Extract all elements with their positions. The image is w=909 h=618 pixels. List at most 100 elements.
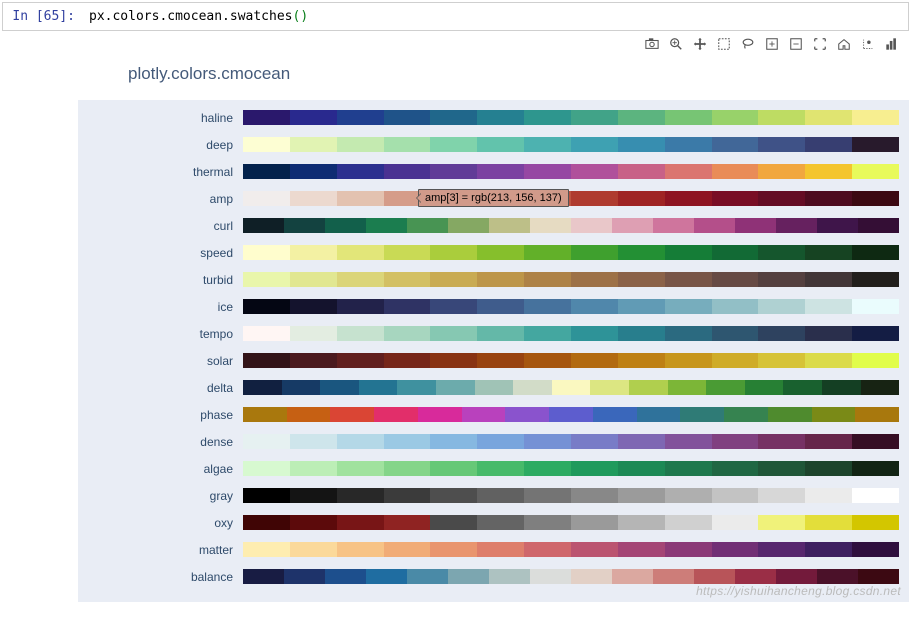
color-swatch[interactable] <box>805 515 852 530</box>
color-swatch[interactable] <box>243 326 290 341</box>
color-swatch[interactable] <box>243 353 290 368</box>
home-icon[interactable] <box>837 37 851 54</box>
color-swatch[interactable] <box>852 488 899 503</box>
color-swatch[interactable] <box>712 515 759 530</box>
color-swatch[interactable] <box>776 569 817 584</box>
color-swatch[interactable] <box>637 407 681 422</box>
color-swatch[interactable] <box>852 542 899 557</box>
color-swatch[interactable] <box>477 299 524 314</box>
color-swatch[interactable] <box>653 218 694 233</box>
color-swatch[interactable] <box>290 434 337 449</box>
color-swatch[interactable] <box>618 299 665 314</box>
color-swatch[interactable] <box>430 542 477 557</box>
color-swatch[interactable] <box>724 407 768 422</box>
color-swatch[interactable] <box>618 434 665 449</box>
swatch-bar[interactable] <box>243 434 899 449</box>
color-swatch[interactable] <box>805 353 852 368</box>
color-swatch[interactable] <box>571 272 618 287</box>
color-swatch[interactable] <box>325 218 366 233</box>
color-swatch[interactable] <box>758 137 805 152</box>
color-swatch[interactable] <box>290 191 337 206</box>
color-swatch[interactable] <box>712 461 759 476</box>
color-swatch[interactable] <box>243 488 290 503</box>
color-swatch[interactable] <box>384 353 431 368</box>
color-swatch[interactable] <box>629 380 668 395</box>
color-swatch[interactable] <box>665 488 712 503</box>
color-swatch[interactable] <box>477 488 524 503</box>
color-swatch[interactable] <box>243 110 290 125</box>
color-swatch[interactable] <box>477 353 524 368</box>
color-swatch[interactable] <box>430 164 477 179</box>
swatch-bar[interactable] <box>243 299 899 314</box>
color-swatch[interactable] <box>852 191 899 206</box>
color-swatch[interactable] <box>430 299 477 314</box>
color-swatch[interactable] <box>852 461 899 476</box>
color-swatch[interactable] <box>337 245 384 260</box>
color-swatch[interactable] <box>366 569 407 584</box>
color-swatch[interactable] <box>290 353 337 368</box>
color-swatch[interactable] <box>477 272 524 287</box>
color-swatch[interactable] <box>448 569 489 584</box>
color-swatch[interactable] <box>852 272 899 287</box>
color-swatch[interactable] <box>287 407 331 422</box>
color-swatch[interactable] <box>805 326 852 341</box>
color-swatch[interactable] <box>524 515 571 530</box>
color-swatch[interactable] <box>337 434 384 449</box>
color-swatch[interactable] <box>337 542 384 557</box>
color-swatch[interactable] <box>549 407 593 422</box>
swatch-bar[interactable] <box>243 245 899 260</box>
color-swatch[interactable] <box>571 515 618 530</box>
color-swatch[interactable] <box>571 488 618 503</box>
color-swatch[interactable] <box>337 515 384 530</box>
color-swatch[interactable] <box>571 191 618 206</box>
color-swatch[interactable] <box>805 137 852 152</box>
logo-icon[interactable] <box>885 37 899 54</box>
color-swatch[interactable] <box>758 245 805 260</box>
color-swatch[interactable] <box>805 245 852 260</box>
color-swatch[interactable] <box>290 299 337 314</box>
color-swatch[interactable] <box>524 542 571 557</box>
color-swatch[interactable] <box>524 164 571 179</box>
color-swatch[interactable] <box>817 218 858 233</box>
color-swatch[interactable] <box>665 542 712 557</box>
color-swatch[interactable] <box>712 191 759 206</box>
color-swatch[interactable] <box>243 515 290 530</box>
color-swatch[interactable] <box>320 380 359 395</box>
color-swatch[interactable] <box>243 434 290 449</box>
color-swatch[interactable] <box>612 218 653 233</box>
color-swatch[interactable] <box>665 191 712 206</box>
color-swatch[interactable] <box>852 515 899 530</box>
color-swatch[interactable] <box>384 488 431 503</box>
color-swatch[interactable] <box>745 380 784 395</box>
swatch-bar[interactable] <box>243 515 899 530</box>
swatch-bar[interactable] <box>243 137 899 152</box>
color-swatch[interactable] <box>805 110 852 125</box>
color-swatch[interactable] <box>384 515 431 530</box>
color-swatch[interactable] <box>852 110 899 125</box>
color-swatch[interactable] <box>712 137 759 152</box>
color-swatch[interactable] <box>618 164 665 179</box>
swatch-bar[interactable] <box>243 461 899 476</box>
color-swatch[interactable] <box>590 380 629 395</box>
color-swatch[interactable] <box>524 461 571 476</box>
color-swatch[interactable] <box>665 299 712 314</box>
color-swatch[interactable] <box>817 569 858 584</box>
color-swatch[interactable] <box>776 218 817 233</box>
color-swatch[interactable] <box>665 326 712 341</box>
color-swatch[interactable] <box>805 542 852 557</box>
color-swatch[interactable] <box>243 569 284 584</box>
color-swatch[interactable] <box>571 299 618 314</box>
color-swatch[interactable] <box>812 407 856 422</box>
color-swatch[interactable] <box>430 488 477 503</box>
color-swatch[interactable] <box>571 434 618 449</box>
color-swatch[interactable] <box>758 515 805 530</box>
color-swatch[interactable] <box>618 137 665 152</box>
plot-area[interactable]: halinedeepthermalampcurlspeedturbidicete… <box>78 100 909 602</box>
color-swatch[interactable] <box>680 407 724 422</box>
color-swatch[interactable] <box>758 461 805 476</box>
color-swatch[interactable] <box>805 434 852 449</box>
color-swatch[interactable] <box>243 218 284 233</box>
swatch-bar[interactable] <box>243 326 899 341</box>
swatch-bar[interactable] <box>243 191 899 206</box>
color-swatch[interactable] <box>758 272 805 287</box>
